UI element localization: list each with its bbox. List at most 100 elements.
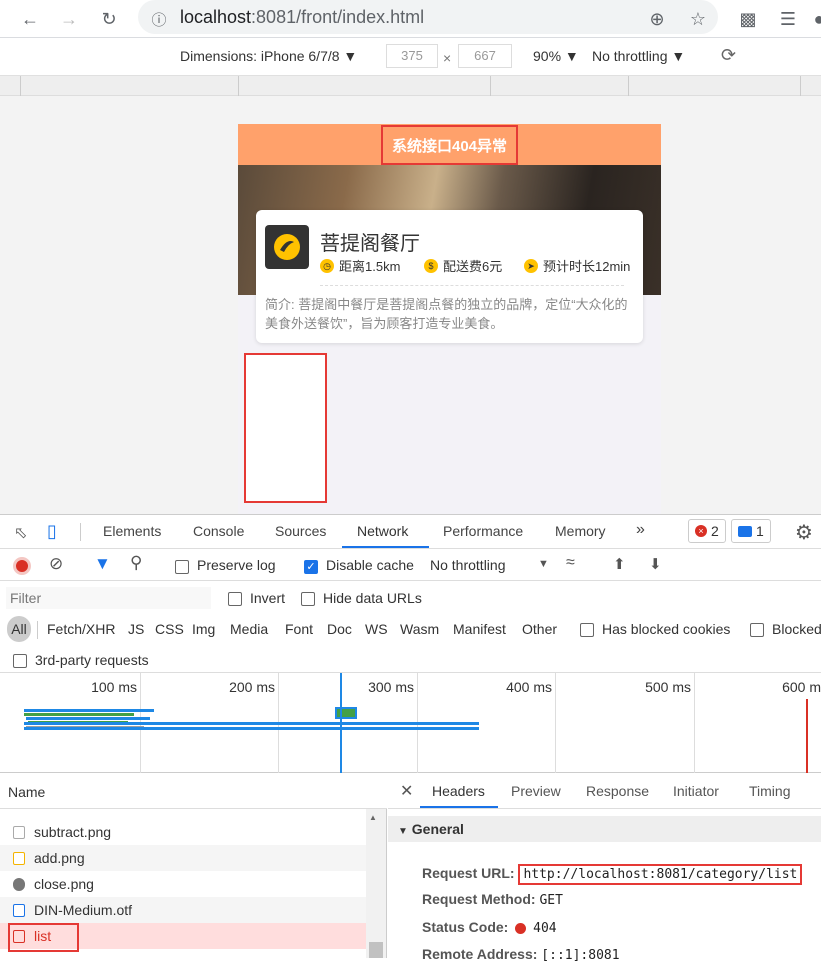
request-row-error[interactable]: list: [0, 923, 366, 952]
tab-performance[interactable]: Performance: [443, 523, 523, 539]
bookmark-star-icon[interactable]: ☆: [685, 6, 711, 32]
tab-initiator[interactable]: Initiator: [673, 783, 719, 799]
tab-timing[interactable]: Timing: [749, 783, 791, 799]
status-code-row: Status Code: 404: [422, 919, 557, 936]
request-row[interactable]: close.png: [0, 871, 366, 897]
blocked-cookies-checkbox[interactable]: [580, 621, 594, 638]
third-party-row: 3rd-party requests: [0, 647, 821, 673]
filter-row: Filter Invert Hide data URLs: [0, 585, 821, 613]
tab-headers[interactable]: Headers: [432, 783, 485, 799]
type-filter-doc[interactable]: Doc: [327, 621, 352, 637]
font-file-icon: [13, 904, 25, 917]
status-error-icon: [515, 922, 527, 934]
devtools-panel: ⬁ ▯ Elements Console Sources Network Per…: [0, 514, 821, 963]
network-conditions-icon[interactable]: ≈: [566, 554, 575, 572]
type-filter-js[interactable]: JS: [128, 621, 144, 637]
media-list-icon[interactable]: ☰: [775, 6, 801, 32]
divider: [320, 285, 624, 286]
tab-preview[interactable]: Preview: [511, 783, 561, 799]
device-toggle-icon[interactable]: ▯: [47, 521, 57, 542]
blocked-checkbox[interactable]: [750, 621, 764, 638]
scrollbar[interactable]: ▲: [366, 809, 386, 958]
tab-sources[interactable]: Sources: [275, 523, 326, 539]
devtools-tabbar: ⬁ ▯ Elements Console Sources Network Per…: [0, 515, 821, 549]
distance-info: ◷ 距离1.5km: [320, 256, 400, 275]
tick-label: 600 m: [782, 679, 821, 695]
rotate-icon[interactable]: ⟳: [721, 45, 736, 66]
viewport-width-input[interactable]: 375: [386, 44, 438, 68]
extensions-icon[interactable]: ▩: [735, 6, 761, 32]
type-filter-fetch-xhr[interactable]: Fetch/XHR: [47, 621, 115, 637]
third-party-checkbox[interactable]: [13, 652, 27, 669]
url-text[interactable]: localhost:8081/front/index.html: [180, 7, 424, 28]
hide-data-urls-label: Hide data URLs: [323, 590, 422, 606]
request-method-row: Request Method: GET: [422, 891, 563, 908]
tab-memory[interactable]: Memory: [555, 523, 606, 539]
phone-viewport: 系统接口404异常 菩提阁餐厅 ◷ 距离1.5km $ 配送费6元 ➤ 预计时长12m…: [238, 124, 661, 514]
device-select[interactable]: Dimensions: iPhone 6/7/8 ▼: [180, 48, 357, 64]
viewport-height-input[interactable]: 667: [458, 44, 512, 68]
filter-icon[interactable]: ▼: [94, 554, 111, 574]
type-filter-img[interactable]: Img: [192, 621, 215, 637]
zoom-select[interactable]: 90% ▼: [533, 48, 579, 64]
type-filter-css[interactable]: CSS: [155, 621, 184, 637]
request-list-header: Name: [0, 774, 387, 809]
network-toolbar: ⊘ ▼ ⚲ Preserve log ✓ Disable cache No th…: [0, 549, 821, 581]
more-tabs-icon[interactable]: »: [636, 521, 645, 539]
close-icon[interactable]: ✕: [400, 781, 413, 801]
import-har-icon[interactable]: ⬆: [613, 555, 626, 573]
inspect-element-icon[interactable]: ⬁: [14, 523, 27, 543]
zoom-icon[interactable]: ⊕: [644, 6, 670, 32]
tab-network[interactable]: Network: [357, 523, 408, 539]
network-overview-timeline[interactable]: 100 ms 200 ms 300 ms 400 ms 500 ms 600 m: [0, 673, 821, 773]
profile-icon[interactable]: ●: [806, 6, 821, 32]
request-bar: [335, 707, 357, 719]
request-row[interactable]: subtract.png: [0, 819, 366, 845]
third-party-label: 3rd-party requests: [35, 652, 149, 668]
type-filter-media[interactable]: Media: [230, 621, 268, 637]
invert-label: Invert: [250, 590, 286, 606]
tab-elements[interactable]: Elements: [103, 523, 161, 539]
remote-address-row: Remote Address: [::1]:8081: [422, 946, 620, 963]
forward-arrow-icon[interactable]: →: [56, 6, 82, 32]
type-filter-manifest[interactable]: Manifest: [453, 621, 506, 637]
name-column-header[interactable]: Name: [8, 784, 45, 800]
request-url-value: http://localhost:8081/category/list: [518, 864, 803, 885]
disable-cache-checkbox[interactable]: ✓: [304, 558, 318, 575]
preserve-log-checkbox[interactable]: [175, 558, 189, 575]
back-arrow-icon[interactable]: ←: [17, 6, 43, 32]
tab-response[interactable]: Response: [586, 783, 649, 799]
type-filter-ws[interactable]: WS: [365, 621, 388, 637]
request-list: Name subtract.png add.png close.png DIN-…: [0, 774, 387, 958]
filter-input[interactable]: Filter: [6, 587, 211, 609]
tab-console[interactable]: Console: [193, 523, 244, 539]
navigation-arrow-icon: ➤: [524, 258, 538, 273]
general-section-header[interactable]: ▼ General: [388, 816, 821, 842]
request-bar: [24, 722, 479, 725]
triangle-down-icon: ▼: [398, 826, 408, 837]
type-filter-other[interactable]: Other: [522, 621, 557, 637]
type-filter-font[interactable]: Font: [285, 621, 313, 637]
reload-icon[interactable]: ↻: [96, 6, 122, 32]
export-har-icon[interactable]: ⬇: [649, 555, 662, 573]
throttling-select[interactable]: No throttling ▼: [592, 48, 685, 64]
type-filter-wasm[interactable]: Wasm: [400, 621, 439, 637]
image-file-icon: [13, 826, 25, 839]
image-file-icon: [13, 878, 25, 891]
eta-info: ➤ 预计时长12min: [524, 256, 630, 275]
clear-icon[interactable]: ⊘: [49, 554, 63, 574]
message-count-badge[interactable]: 1: [731, 519, 771, 543]
invert-checkbox[interactable]: [228, 590, 242, 607]
record-button[interactable]: [13, 557, 31, 575]
error-count-badge[interactable]: × 2: [688, 519, 726, 543]
request-row[interactable]: DIN-Medium.otf: [0, 897, 366, 923]
browser-toolbar: ← → ↻ ⓘ localhost:8081/front/index.html …: [0, 0, 821, 38]
hide-data-urls-checkbox[interactable]: [301, 590, 315, 607]
chevron-down-icon[interactable]: ▼: [538, 558, 549, 570]
request-row[interactable]: add.png: [0, 845, 366, 871]
search-icon[interactable]: ⚲: [130, 553, 142, 573]
settings-gear-icon[interactable]: ⚙: [795, 520, 813, 545]
type-filter-all[interactable]: All: [7, 616, 31, 642]
throttling-dropdown[interactable]: No throttling: [430, 557, 505, 573]
site-info-icon[interactable]: ⓘ: [146, 6, 172, 32]
